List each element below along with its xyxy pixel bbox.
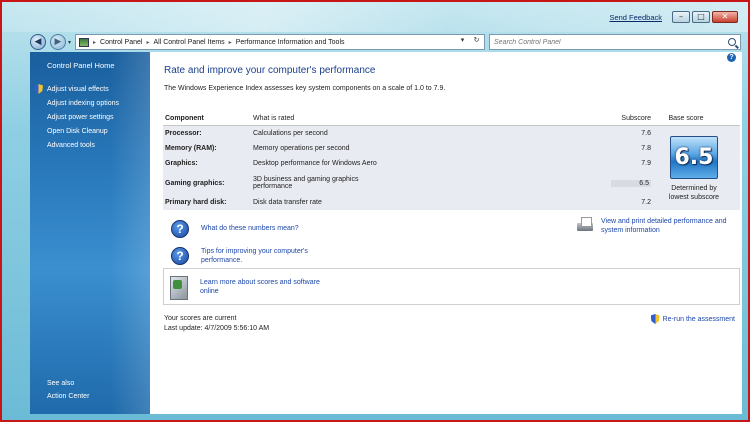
main-content: ? Rate and improve your computer's perfo… [150,52,742,414]
window-frame: Send Feedback – □ ✕ ◀ ▶ ▾ ▸ Control Pane… [0,0,750,422]
see-also-heading: See also [47,380,75,387]
forward-button[interactable]: ▶ [50,34,66,50]
subscore-value: 7.9 [641,160,651,167]
recent-pages-dropdown[interactable]: ▾ [68,39,71,46]
sidebar-item-visual-effects[interactable]: Adjust visual effects [34,82,119,96]
scores-current-text: Your scores are current [164,315,237,322]
score-status: Your scores are current Last update: 4/7… [164,314,269,333]
subscore-value: 7.2 [641,199,651,206]
print-details-item[interactable]: View and print detailed performance and … [575,217,727,235]
breadcrumb-separator-icon[interactable]: ▸ [93,39,96,46]
window-controls: – □ ✕ [672,11,738,23]
rerun-assessment-link[interactable]: Re-run the assessment [663,315,735,324]
breadcrumb-all-items[interactable]: All Control Panel Items [153,39,224,46]
base-score-caption: Determined by lowest subscore [668,185,720,201]
shield-icon [650,314,660,324]
sidebar-item-label: Adjust indexing options [47,99,119,107]
learn-more-link[interactable]: Learn more about scores and software onl… [200,278,320,296]
sidebar-item-label: Adjust power settings [47,113,114,121]
sidebar-item-indexing[interactable]: Adjust indexing options [34,96,119,110]
help-links: ? What do these numbers mean? ? Tips for… [171,215,308,269]
component-name: Gaming graphics: [165,179,225,187]
sidebar: Control Panel Home Adjust visual effects… [30,52,150,414]
sidebar-item-advanced-tools[interactable]: Advanced tools [34,138,119,152]
rated-description: Calculations per second [253,130,328,137]
sidebar-item-label: Adjust visual effects [47,85,109,93]
shield-icon-wrapper [34,84,46,94]
subscore-value-lowest: 6.5 [611,179,651,187]
send-feedback-link[interactable]: Send Feedback [609,13,662,22]
back-button[interactable]: ◀ [30,34,46,50]
address-dropdown-icon[interactable]: ▾ [457,36,468,48]
header-component: Component [165,115,204,122]
minimize-button[interactable]: – [672,11,690,23]
printer-icon [575,217,595,235]
sidebar-item-disk-cleanup[interactable]: Open Disk Cleanup [34,124,119,138]
subscore-value: 7.6 [641,130,651,137]
rated-description: 3D business and gaming graphics performa… [253,176,611,190]
sidebar-links: Adjust visual effects Adjust indexing op… [34,82,119,152]
navigation-bar: ◀ ▶ ▾ ▸ Control Panel ▸ All Control Pane… [30,32,742,52]
sidebar-item-label: Open Disk Cleanup [47,127,108,135]
score-table: Component What is rated Subscore Base sc… [163,112,740,210]
component-name: Memory (RAM): [165,145,217,152]
help-icon[interactable]: ? [727,53,736,62]
shield-icon [34,84,43,94]
table-body: Processor: Calculations per second 7.6 M… [163,126,740,210]
what-numbers-mean-link[interactable]: What do these numbers mean? [201,224,299,233]
address-actions: ▾ ↻ [457,36,482,48]
breadcrumb-separator-icon[interactable]: ▸ [146,39,149,46]
print-details-link[interactable]: View and print detailed performance and … [601,217,727,235]
component-name: Processor: [165,130,202,137]
rated-line-2: performance [253,183,293,190]
component-name: Graphics: [165,160,198,167]
header-base-score: Base score [668,115,704,122]
table-row: Memory (RAM): Memory operations per seco… [163,141,740,156]
action-center-link[interactable]: Action Center [47,393,89,400]
table-header: Component What is rated Subscore Base sc… [163,112,740,126]
sidebar-item-power[interactable]: Adjust power settings [34,110,119,124]
learn-more-box: Learn more about scores and software onl… [163,268,740,305]
rated-description: Memory operations per second [253,145,350,152]
question-icon: ? [171,219,189,238]
breadcrumb-performance[interactable]: Performance Information and Tools [236,39,345,46]
table-row: Processor: Calculations per second 7.6 [163,126,740,141]
control-panel-home-link[interactable]: Control Panel Home [47,61,115,70]
search-box[interactable] [489,34,742,50]
intro-text: The Windows Experience Index assesses ke… [164,85,446,92]
breadcrumb-separator-icon[interactable]: ▸ [229,39,232,46]
software-box-icon [170,274,188,300]
last-update-text: Last update: 4/7/2009 5:56:10 AM [164,324,270,332]
rated-line-1: 3D business and gaming graphics [253,176,359,183]
base-score-badge: 6.5 [670,136,718,179]
refresh-icon[interactable]: ↻ [471,36,482,48]
sidebar-item-label: Advanced tools [47,141,95,149]
tips-link[interactable]: Tips for improving your computer's perfo… [201,247,308,265]
search-icon[interactable] [728,38,737,46]
rated-description: Disk data transfer rate [253,199,322,206]
question-icon: ? [171,246,189,265]
header-rated: What is rated [253,115,295,122]
page-title: Rate and improve your computer's perform… [164,65,376,76]
search-input[interactable] [494,38,715,46]
breadcrumb-control-panel[interactable]: Control Panel [100,39,142,46]
header-subscore: Subscore [621,115,651,122]
table-row: Gaming graphics: 3D business and gaming … [163,171,740,195]
rerun-assessment[interactable]: Re-run the assessment [650,314,735,324]
subscore-value: 7.8 [641,145,651,152]
numbers-help-item[interactable]: ? What do these numbers mean? [171,215,308,242]
address-bar[interactable]: ▸ Control Panel ▸ All Control Panel Item… [75,34,486,50]
rated-description: Desktop performance for Windows Aero [253,160,377,167]
close-button[interactable]: ✕ [712,11,738,23]
component-name: Primary hard disk: [165,199,227,206]
control-panel-icon [79,37,90,47]
title-bar-right: Send Feedback – □ ✕ [609,11,738,23]
table-row: Primary hard disk: Disk data transfer ra… [163,195,740,210]
tips-help-item[interactable]: ? Tips for improving your computer's per… [171,242,308,269]
maximize-button[interactable]: □ [692,11,710,23]
table-row: Graphics: Desktop performance for Window… [163,156,740,171]
